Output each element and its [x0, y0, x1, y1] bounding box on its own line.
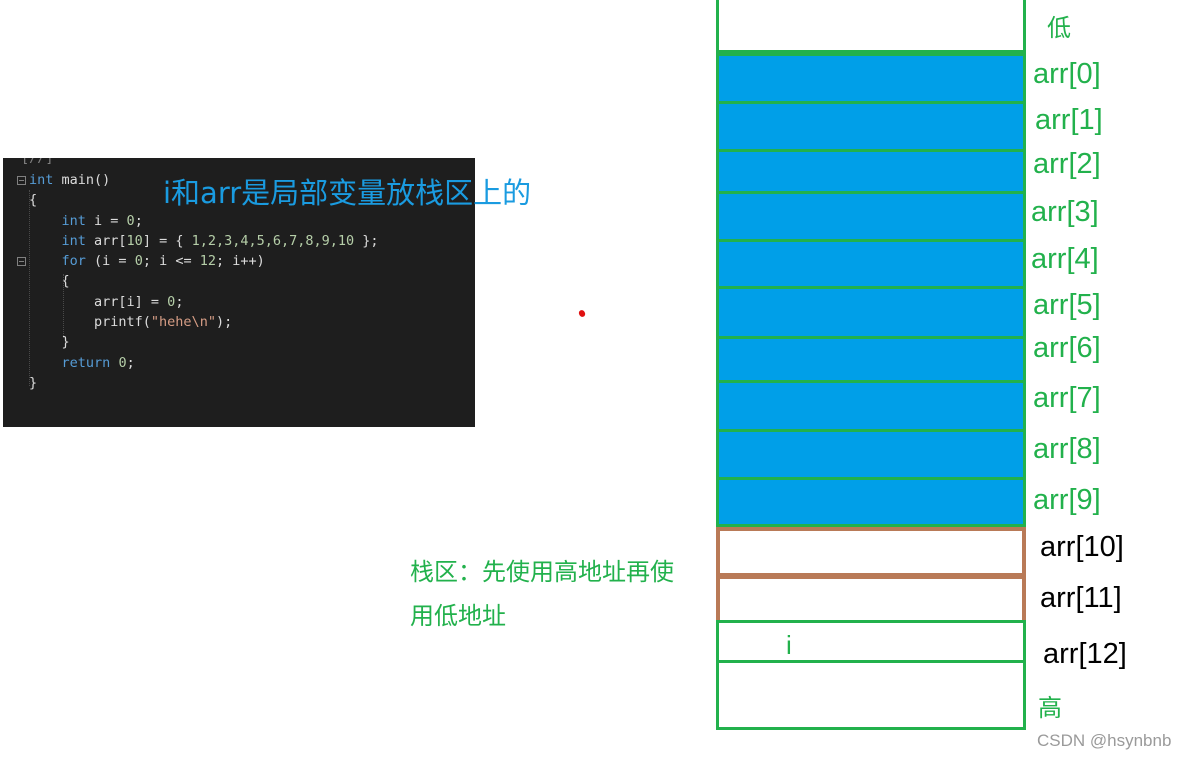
stack-cell-arr-10: [716, 527, 1026, 577]
arr-label-4: arr[4]: [1031, 243, 1099, 275]
stack-cell-arr-9: [716, 477, 1026, 527]
indent-guide: [29, 190, 30, 386]
arr-label-5: arr[5]: [1033, 289, 1101, 321]
arr-label-0: arr[0]: [1033, 58, 1101, 90]
code-line: return 0;: [61, 355, 135, 371]
watermark: CSDN @hsynbnb: [1037, 731, 1172, 750]
stack-cell-arr-1: [716, 101, 1026, 152]
code-line: {: [29, 192, 38, 208]
caption: i和arr是局部变量放栈区上的: [163, 176, 532, 210]
stack-cell-arr-6: [716, 336, 1026, 383]
indent-guide: [63, 274, 64, 338]
arr-label-11: arr[11]: [1040, 582, 1122, 614]
code-line: }: [29, 375, 38, 391]
stack-cell-low: [716, 0, 1026, 53]
stack-cell-arr-8: [716, 429, 1026, 480]
stack-cell-arr-0: [716, 53, 1026, 104]
arr-label-8: arr[8]: [1033, 433, 1101, 465]
i-variable-label: i: [786, 630, 792, 660]
code-line: printf("hehe\n");: [29, 314, 233, 330]
stack-note-line-1: 栈区：先使用高地址再使: [410, 558, 674, 586]
high-address-label: 高: [1038, 694, 1062, 722]
code-fragment: [//]: [21, 158, 54, 166]
arr-label-10: arr[10]: [1040, 531, 1124, 563]
code-line: int i = 0;: [61, 213, 143, 229]
code-line: arr[i] = 0;: [29, 294, 184, 310]
stack-cell-arr-5: [716, 286, 1026, 339]
arr-label-1: arr[1]: [1035, 104, 1103, 136]
arr-label-12: arr[12]: [1043, 638, 1127, 670]
arr-label-6: arr[6]: [1033, 332, 1101, 364]
stack-cell-arr-2: [716, 149, 1026, 194]
stack-cell-arr-11: [716, 575, 1026, 625]
red-mark: [577, 308, 587, 319]
fold-toggle-icon[interactable]: [17, 257, 26, 266]
arr-label-2: arr[2]: [1033, 148, 1101, 180]
code-line: for (i = 0; i <= 12; i++): [61, 253, 265, 269]
stack-cell-arr-3: [716, 191, 1026, 242]
code-line: int arr[10] = { 1,2,3,4,5,6,7,8,9,10 };: [61, 233, 379, 249]
stack-cell-arr-7: [716, 380, 1026, 432]
stack-note: 栈区：先使用高地址再使 用低地址: [410, 550, 720, 638]
arr-label-7: arr[7]: [1033, 382, 1101, 414]
stack-note-line-2: 用低地址: [410, 602, 506, 630]
arr-label-3: arr[3]: [1031, 196, 1099, 228]
arr-label-9: arr[9]: [1033, 484, 1101, 516]
stack-cell-arr-4: [716, 239, 1026, 289]
stack-cell-i: [716, 620, 1026, 663]
code-line: int main(): [29, 172, 111, 188]
fold-toggle-icon[interactable]: [17, 176, 26, 185]
stack-cell-high: [716, 660, 1026, 730]
low-address-label: 低: [1047, 14, 1071, 42]
